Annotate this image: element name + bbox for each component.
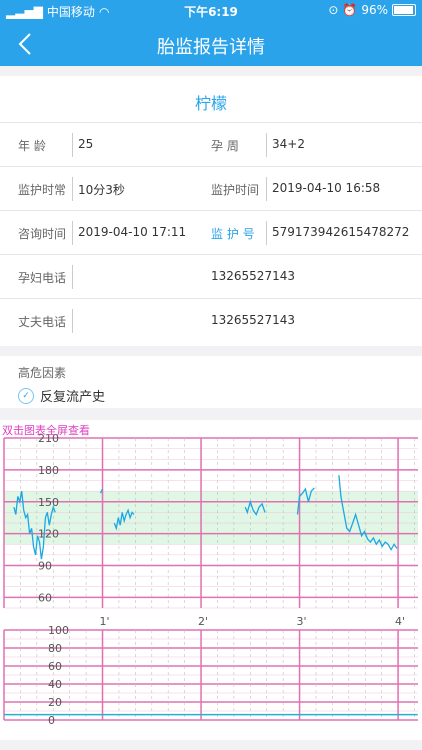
- info-row-mother-phone: 孕妇电话 13265527143: [0, 254, 422, 299]
- toco-tick-label: 0: [48, 714, 55, 727]
- duration-value: 10分3秒: [78, 183, 125, 197]
- info-row-age-week: 年 龄 25 孕 周 34+2: [0, 122, 422, 167]
- patient-name: 柠檬: [194, 94, 227, 113]
- page-title: 胎监报告详情: [157, 37, 265, 58]
- fetal-monitor-chart[interactable]: 双击图表全屏查看 210 180 150 120 90 60 1' 2' 3' 4' 100 80 60…: [0, 420, 422, 740]
- monitor-time-value: 2019-04-10 16:58: [272, 181, 381, 195]
- week-label: 孕 周: [211, 139, 239, 153]
- toco-tick-label: 100: [48, 624, 69, 637]
- patient-info-card: 柠檬 年 龄 25 孕 周 34+2 监护时常 10分3秒 监护时间 2019-…: [0, 76, 422, 346]
- lock-rotation-icon: ⊙: [328, 3, 339, 17]
- husband-phone-value[interactable]: 13265527143: [211, 313, 295, 327]
- risk-factors-section: 高危因素 ✓ 反复流产史: [0, 356, 422, 408]
- toco-tick-label: 20: [48, 696, 62, 709]
- divider: [72, 265, 73, 289]
- divider: [72, 221, 73, 245]
- battery-percent: 96%: [361, 3, 388, 17]
- monitor-no-value: 579173942615478272: [272, 225, 410, 239]
- nav-bar: 胎监报告详情: [0, 22, 422, 66]
- minute-label: 1': [100, 615, 110, 628]
- fhr-tick-label: 60: [38, 591, 52, 604]
- monitor-no-label: 监 护 号: [211, 227, 255, 241]
- age-value: 25: [78, 137, 94, 151]
- minute-label: 2': [198, 615, 208, 628]
- risk-factors-title: 高危因素: [18, 366, 67, 380]
- monitor-time-label: 监护时间: [211, 183, 260, 197]
- age-label: 年 龄: [18, 139, 46, 153]
- mother-phone-value[interactable]: 13265527143: [211, 269, 295, 283]
- risk-factor-label: 反复流产史: [40, 390, 106, 405]
- fhr-tick-label: 120: [38, 528, 59, 541]
- divider: [266, 133, 267, 157]
- duration-label: 监护时常: [18, 183, 67, 197]
- consult-time-label: 咨询时间: [18, 227, 67, 241]
- divider: [266, 221, 267, 245]
- consult-time-value: 2019-04-10 17:11: [78, 225, 187, 239]
- divider: [72, 177, 73, 201]
- fhr-tick-label: 180: [38, 464, 59, 477]
- info-row-consult-number: 咨询时间 2019-04-10 17:11 监 护 号 579173942615…: [0, 210, 422, 255]
- info-row-husband-phone: 丈夫电话 13265527143: [0, 298, 422, 343]
- mother-phone-label: 孕妇电话: [18, 271, 67, 285]
- minute-label: 3': [297, 615, 307, 628]
- alarm-icon: ⏰: [342, 3, 358, 17]
- info-row-duration-time: 监护时常 10分3秒 监护时间 2019-04-10 16:58: [0, 166, 422, 211]
- toco-tick-label: 80: [48, 642, 62, 655]
- divider: [72, 133, 73, 157]
- fhr-tick-label: 90: [38, 560, 52, 573]
- toco-tick-label: 60: [48, 660, 62, 673]
- husband-phone-label: 丈夫电话: [18, 315, 67, 329]
- divider: [72, 309, 73, 333]
- divider: [266, 177, 267, 201]
- fhr-tick-label: 150: [38, 496, 59, 509]
- battery-icon: [392, 4, 416, 16]
- ctg-chart-svg[interactable]: 21018015012090601' 2' 3' 4'100806040200: [0, 420, 422, 740]
- minute-label: 4': [395, 615, 405, 628]
- risk-factor-item: ✓ 反复流产史: [18, 386, 105, 405]
- week-value: 34+2: [272, 137, 305, 151]
- status-bar: ▂▃▅▇ 中国移动 ◠ 下午6:19 ⊙ ⏰ 96%: [0, 0, 422, 22]
- toco-tick-label: 40: [48, 678, 62, 691]
- check-circle-icon: ✓: [18, 387, 34, 404]
- chart-hint: 双击图表全屏查看: [2, 424, 90, 437]
